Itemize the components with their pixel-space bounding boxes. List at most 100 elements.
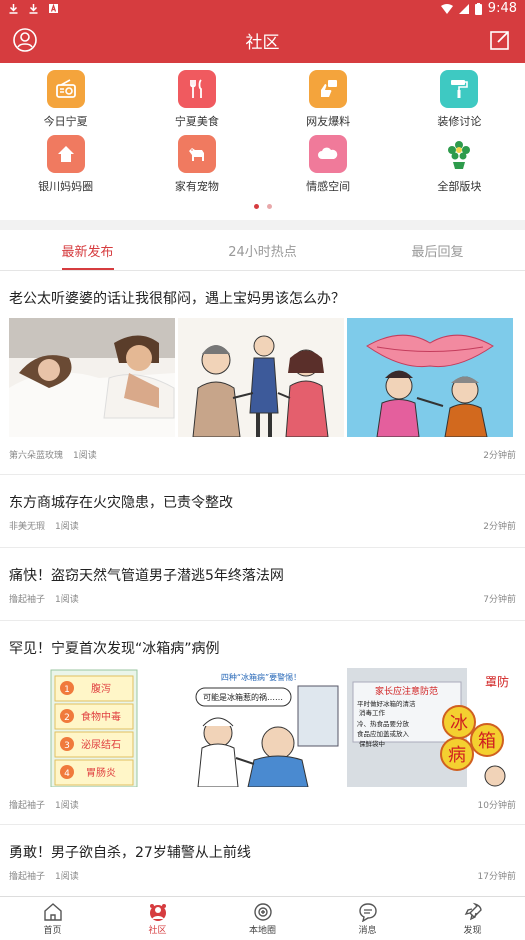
fridge-label: 腹泻 <box>91 682 111 695</box>
paint-roller-icon <box>440 70 479 108</box>
post-item[interactable]: 罕见！宁夏首次发现“冰箱病”病例 1 2 3 4 腹泻 食物中毒 泌尿结石 胃肠… <box>0 621 525 825</box>
post-meta: 撸起袖子 1阅读 7分钟前 <box>9 592 516 605</box>
category-moms-circle[interactable]: 银川妈妈圈 <box>0 135 131 200</box>
category-label: 宁夏美食 <box>174 115 219 128</box>
post-reads: 1阅读 <box>55 801 79 811</box>
svg-text:1: 1 <box>64 685 70 695</box>
category-all-sections[interactable]: 全部版块 <box>394 135 525 200</box>
post-image-couple-bed[interactable] <box>9 318 175 437</box>
post-time: 17分钟前 <box>477 872 516 882</box>
nav-community[interactable]: 社区 <box>105 897 210 940</box>
poster-big-char: 箱 <box>478 731 496 752</box>
category-food[interactable]: 宁夏美食 <box>131 70 262 135</box>
post-reads: 1阅读 <box>55 522 79 532</box>
fridge-label: 胃肠炎 <box>86 767 116 779</box>
post-meta: 撸起袖子 1阅读 10分钟前 <box>9 798 516 811</box>
post-title: 勇敢！男子欲自杀，27岁辅警从上前线 <box>9 845 251 861</box>
post-item[interactable]: 老公太听婆婆的话让我很郁闷，遇上宝妈男该怎么办？ 第六朵蓝玫瑰 1阅读 2分钟前 <box>0 271 525 475</box>
page-indicator <box>0 204 525 209</box>
poster-title: 家长应注意防范 <box>375 685 438 697</box>
post-item[interactable]: 痛快！盗窃天然气管道男子潜逃5年终落法网 撸起袖子 1阅读 7分钟前 <box>0 548 525 621</box>
category-grid: 今日宁夏 宁夏美食 网友爆料 装修讨论 银川妈妈圈 家有宠物 情感空间 全部版块 <box>0 63 525 200</box>
poster-big-char: 冰 <box>450 713 468 734</box>
signal-icon <box>458 3 469 14</box>
post-title: 痛快！盗窃天然气管道男子潜逃5年终落法网 <box>9 568 284 584</box>
post-author: 非美无瑕 <box>9 522 46 532</box>
svg-text:3: 3 <box>64 741 70 751</box>
status-left <box>8 3 59 14</box>
post-item[interactable]: 东方商城存在火灾隐患，已责令整改 非美无瑕 1阅读 2分钟前 <box>0 475 525 548</box>
post-image-family-cartoon[interactable] <box>178 318 344 437</box>
post-meta: 第六朵蓝玫瑰 1阅读 2分钟前 <box>9 448 516 461</box>
category-emotions[interactable]: 情感空间 <box>263 135 394 200</box>
post-images: 1 2 3 4 腹泻 食物中毒 泌尿结石 胃肠炎 四种“冰箱病”要警惕！ 可能是… <box>9 668 516 787</box>
poster-line: 冷、热食品要分放 <box>357 719 410 728</box>
status-time: 9:48 <box>487 1 517 16</box>
tab-last-reply[interactable]: 最后回复 <box>350 230 525 270</box>
app-notification-icon <box>49 3 58 13</box>
poster-line: 消毒工作 <box>359 708 386 717</box>
post-time: 2分钟前 <box>483 522 516 532</box>
poster-line: 保鲜袋中 <box>359 739 385 748</box>
category-netizen-reports[interactable]: 网友爆料 <box>263 70 394 135</box>
status-right: 9:48 <box>440 1 517 16</box>
post-author: 撸起袖子 <box>9 872 46 882</box>
app-header: 社区 <box>0 17 525 63</box>
category-decoration[interactable]: 装修讨论 <box>394 70 525 135</box>
post-meta: 非美无瑕 1阅读 2分钟前 <box>9 519 516 532</box>
post-time: 10分钟前 <box>477 801 516 811</box>
category-pets[interactable]: 家有宠物 <box>131 135 262 200</box>
profile-button[interactable] <box>12 27 38 53</box>
battery-icon <box>474 2 482 15</box>
nav-label: 首页 <box>43 925 62 936</box>
nav-label: 本地圈 <box>248 925 276 936</box>
category-grid-section: 今日宁夏 宁夏美食 网友爆料 装修讨论 银川妈妈圈 家有宠物 情感空间 全部版块 <box>0 63 525 214</box>
nav-label: 社区 <box>148 925 167 936</box>
thumbs-up-icon <box>309 70 348 108</box>
tab-latest[interactable]: 最新发布 <box>0 230 175 270</box>
post-author: 撸起袖子 <box>9 595 46 605</box>
post-item[interactable]: 勇敢！男子欲自杀，27岁辅警从上前线 撸起袖子 1阅读 17分钟前 <box>0 825 525 898</box>
feed-tabs: 最新发布 24小时热点 最后回复 <box>0 230 525 271</box>
message-icon <box>358 902 377 922</box>
category-label: 家有宠物 <box>174 180 219 193</box>
discover-icon <box>464 902 482 920</box>
nav-label: 发现 <box>463 925 482 936</box>
svg-text:4: 4 <box>64 769 70 779</box>
tab-24h-hot[interactable]: 24小时热点 <box>175 230 350 270</box>
post-meta: 撸起袖子 1阅读 17分钟前 <box>9 869 516 882</box>
wifi-icon <box>440 3 453 14</box>
local-circle-icon <box>253 902 272 921</box>
poster-line: 食品应加盖或放入 <box>357 729 410 738</box>
bottom-navigation: 首页 社区 本地圈 消息 发现 <box>0 896 525 940</box>
edit-icon <box>490 31 509 50</box>
poster-side-text: 罩防 <box>485 674 509 689</box>
radio-icon <box>46 70 85 108</box>
category-label: 网友爆料 <box>306 115 351 128</box>
post-image-fridge-poster[interactable]: 家长应注意防范 平时做好冰箱的清洁 消毒工作 冷、热食品要分放 食品应加盖或放入… <box>347 668 513 787</box>
dog-icon <box>177 135 216 173</box>
nav-home[interactable]: 首页 <box>0 897 105 940</box>
fridge-label: 食物中毒 <box>81 710 121 723</box>
category-label: 全部版块 <box>437 180 482 193</box>
download-icon <box>9 4 18 14</box>
cutlery-icon <box>177 70 216 108</box>
nav-discover[interactable]: 发现 <box>420 897 525 940</box>
community-icon <box>149 903 166 921</box>
post-image-doctor-cartoon[interactable]: 四种“冰箱病”要警惕！ 可能是冰箱惹的祸…… <box>178 668 344 787</box>
poster-big-char: 病 <box>448 745 466 766</box>
post-image-gossip-cartoon[interactable] <box>347 318 513 437</box>
category-label: 装修讨论 <box>437 115 482 128</box>
nav-messages[interactable]: 消息 <box>315 897 420 940</box>
section-divider <box>0 220 525 230</box>
compose-button[interactable] <box>487 27 513 53</box>
post-images <box>9 318 516 437</box>
flower-icon <box>440 135 478 173</box>
post-image-fridge[interactable]: 1 2 3 4 腹泻 食物中毒 泌尿结石 胃肠炎 <box>9 668 175 787</box>
app-root: 9:48 社区 今日宁夏 宁夏美食 网友爆料 装修讨论 银川妈妈圈 家有宠物 情… <box>0 0 525 940</box>
post-reads: 1阅读 <box>55 872 79 882</box>
nav-local-circle[interactable]: 本地圈 <box>210 897 315 940</box>
category-today-ningxia[interactable]: 今日宁夏 <box>0 70 131 135</box>
category-label: 情感空间 <box>306 180 351 193</box>
house-icon <box>46 135 85 173</box>
